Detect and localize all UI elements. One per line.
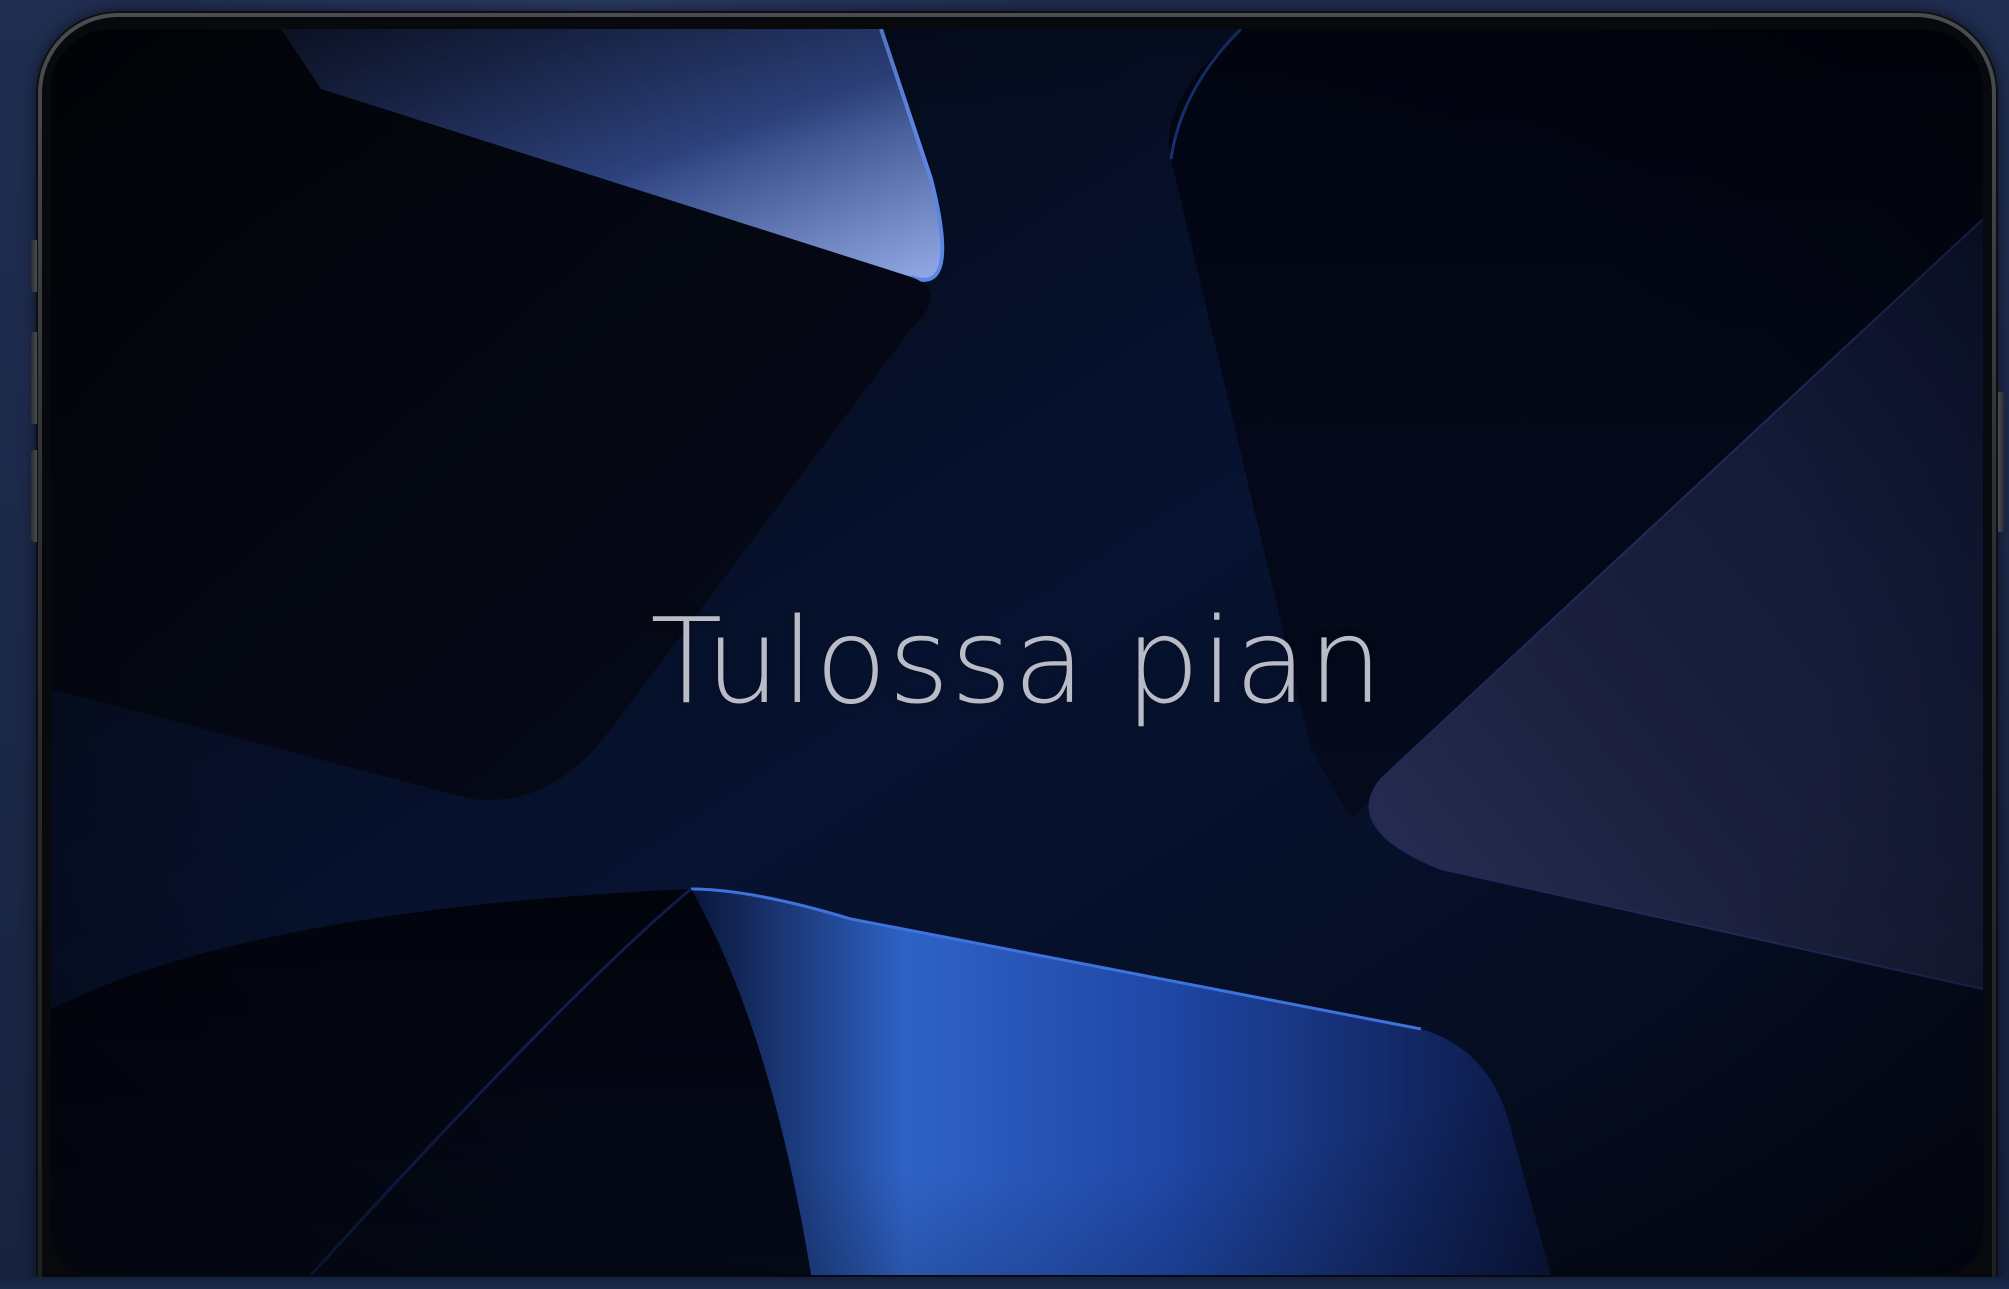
power-button: [1998, 392, 2004, 532]
volume-button-middle: [31, 332, 37, 424]
volume-button-bottom: [31, 450, 37, 542]
volume-button-top: [31, 240, 37, 292]
coming-soon-headline: Tulossa pian: [650, 592, 1384, 730]
device-bottom-edge: [0, 1277, 2009, 1289]
tablet-screen: Tulossa pian: [51, 29, 1983, 1275]
